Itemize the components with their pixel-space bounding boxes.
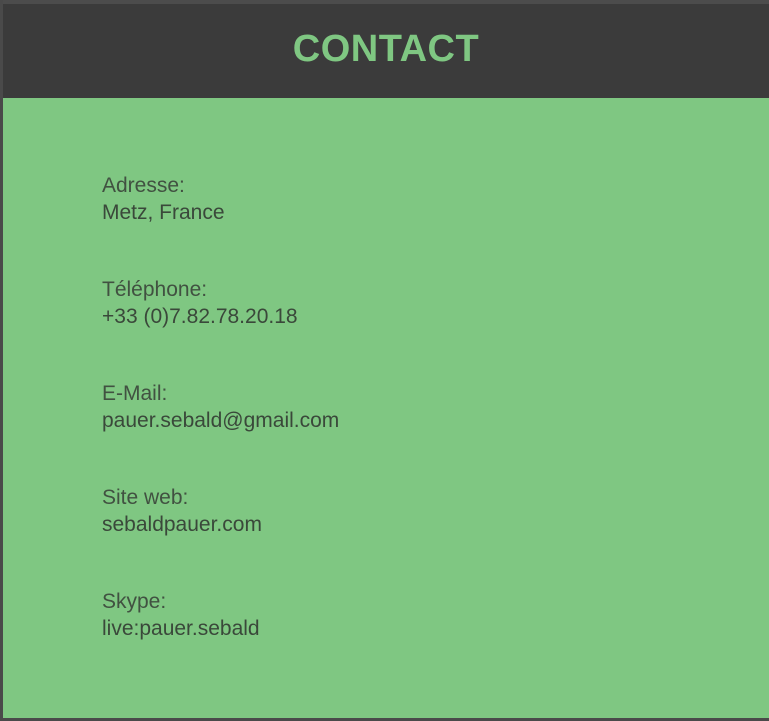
email-item: E-Mail: pauer.sebald@gmail.com xyxy=(102,380,702,484)
phone-value: +33 (0)7.82.78.20.18 xyxy=(102,305,298,328)
website-label: Site web: xyxy=(102,486,189,509)
email-label: E-Mail: xyxy=(102,382,168,405)
website-value: sebaldpauer.com xyxy=(102,513,262,536)
contact-details: Adresse: Metz, France Téléphone: +33 (0)… xyxy=(102,172,702,692)
website-item: Site web: sebaldpauer.com xyxy=(102,484,702,588)
email-value: pauer.sebald@gmail.com xyxy=(102,409,340,432)
skype-value: live:pauer.sebald xyxy=(102,617,260,640)
skype-label: Skype: xyxy=(102,590,167,613)
phone-label: Téléphone: xyxy=(102,278,208,301)
address-value: Metz, France xyxy=(102,201,225,224)
contact-header: CONTACT xyxy=(3,0,769,98)
phone-item: Téléphone: +33 (0)7.82.78.20.18 xyxy=(102,276,702,380)
address-label: Adresse: xyxy=(102,174,185,197)
address-item: Adresse: Metz, France xyxy=(102,172,702,276)
contact-panel: CONTACT Adresse: Metz, France Téléphone:… xyxy=(0,0,769,721)
page-title: CONTACT xyxy=(292,27,480,70)
skype-item: Skype: live:pauer.sebald xyxy=(102,588,702,692)
